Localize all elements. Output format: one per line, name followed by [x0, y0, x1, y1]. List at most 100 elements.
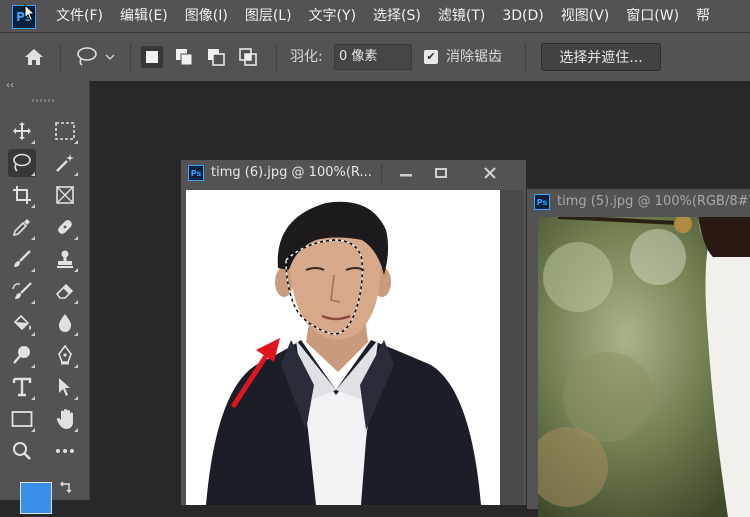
more-dots-icon: [56, 449, 74, 453]
paint-bucket-icon: [13, 314, 31, 331]
menu-filter[interactable]: 滤镜(T): [438, 0, 485, 32]
eyedropper-tool[interactable]: [8, 213, 36, 241]
home-button[interactable]: [20, 33, 48, 81]
tool-flyout-indicator: [74, 396, 78, 400]
new-selection-icon: [146, 51, 158, 63]
close-button[interactable]: [477, 162, 503, 184]
antialias-checkbox[interactable]: ✔: [424, 50, 438, 64]
menu-layer[interactable]: 图层(L): [245, 0, 292, 32]
menu-file[interactable]: 文件(F): [56, 0, 103, 32]
history-brush-icon: [12, 282, 32, 299]
lasso-icon: [13, 153, 31, 172]
document-window-timg6[interactable]: Ps timg (6).jpg @ 100%(R...: [180, 159, 527, 506]
panel-grip[interactable]: [32, 99, 54, 102]
tool-flyout-indicator: [31, 364, 35, 368]
select-and-mask-button[interactable]: 选择并遮住...: [541, 43, 661, 71]
swap-colors-icon[interactable]: [59, 480, 73, 494]
stamp-icon: [57, 250, 73, 268]
rectangle-tool[interactable]: [8, 405, 36, 433]
zoom-tool[interactable]: [8, 437, 36, 465]
tool-flyout-indicator: [31, 268, 35, 272]
document-window-timg5[interactable]: Ps timg (5).jpg @ 100%(RGB/8#): [526, 188, 750, 517]
minimize-button[interactable]: [393, 162, 419, 184]
document-canvas-image[interactable]: [538, 217, 750, 517]
home-icon: [25, 49, 43, 65]
mode-new-selection: [141, 46, 163, 68]
lasso-icon: [77, 47, 97, 66]
rect-marquee-tool[interactable]: [51, 117, 79, 145]
tool-flyout-indicator: [31, 428, 35, 432]
zoom-icon: [13, 442, 31, 460]
photoshop-doc-icon: Ps: [188, 165, 204, 181]
photoshop-doc-icon: Ps: [534, 194, 550, 210]
menu-select[interactable]: 选择(S): [373, 0, 421, 32]
menu-view[interactable]: 视图(V): [561, 0, 610, 32]
eraser-tool[interactable]: [51, 277, 79, 305]
history-brush-tool[interactable]: [8, 277, 36, 305]
spot-heal-tool[interactable]: [51, 213, 79, 241]
intersect-selection-icon: [239, 48, 257, 66]
subtract-from-selection-button[interactable]: [204, 33, 228, 81]
move-tool[interactable]: [8, 117, 36, 145]
separator: [130, 43, 131, 71]
dodge-icon: [13, 346, 30, 364]
document-canvas-image[interactable]: [186, 190, 500, 505]
separator: [276, 43, 277, 71]
type-icon: [12, 377, 32, 397]
document-title: timg (5).jpg @ 100%(RGB/8#): [557, 194, 750, 209]
rect-marquee-icon: [55, 122, 75, 140]
new-selection-button[interactable]: [140, 33, 164, 81]
foreground-color-swatch[interactable]: [20, 482, 52, 514]
blur-tool[interactable]: [51, 309, 79, 337]
brush-icon: [14, 250, 31, 267]
frame-tool[interactable]: [51, 181, 79, 209]
vertical-scrollbar[interactable]: [500, 190, 524, 505]
document-titlebar[interactable]: Ps timg (5).jpg @ 100%(RGB/8#): [527, 189, 750, 215]
add-selection-icon: [176, 49, 193, 66]
add-to-selection-button[interactable]: [172, 33, 196, 81]
crop-icon: [13, 186, 31, 204]
tool-flyout-indicator: [74, 172, 78, 176]
options-bar: 羽化: 0 像素 ✔ 消除锯齿 选择并遮住...: [0, 32, 750, 81]
intersect-selection-button[interactable]: [236, 33, 260, 81]
document-titlebar[interactable]: Ps timg (6).jpg @ 100%(R...: [181, 160, 526, 186]
tool-flyout-indicator: [74, 268, 78, 272]
arrow-pointer-icon: [59, 378, 70, 396]
tool-flyout-indicator: [31, 300, 35, 304]
antialias-label: 消除锯齿: [446, 49, 502, 65]
paint-bucket-tool[interactable]: [8, 309, 36, 337]
maximize-icon: [435, 168, 447, 178]
menu-3d[interactable]: 3D(D): [502, 0, 543, 32]
menu-help[interactable]: 帮: [696, 0, 710, 32]
brush-tool[interactable]: [8, 245, 36, 273]
eyedropper-icon: [12, 219, 30, 237]
subtract-selection-icon: [208, 49, 225, 66]
type-tool[interactable]: [8, 373, 36, 401]
menu-image[interactable]: 图像(I): [185, 0, 228, 32]
menu-window[interactable]: 窗口(W): [626, 0, 679, 32]
pen-tool[interactable]: [51, 341, 79, 369]
menu-type[interactable]: 文字(Y): [309, 0, 356, 32]
more-tools[interactable]: [51, 437, 79, 465]
lasso-tool[interactable]: [8, 149, 36, 177]
rectangle-icon: [11, 411, 33, 427]
bandage-icon: [58, 220, 72, 234]
path-select-tool[interactable]: [51, 373, 79, 401]
tools-panel: ‹‹: [0, 80, 90, 514]
clone-stamp-tool[interactable]: [51, 245, 79, 273]
hand-tool[interactable]: [51, 405, 79, 433]
tool-flyout-indicator: [31, 140, 35, 144]
feather-input[interactable]: 0 像素: [334, 44, 412, 70]
tool-flyout-indicator: [31, 204, 35, 208]
magic-wand-tool[interactable]: [51, 149, 79, 177]
dodge-tool[interactable]: [8, 341, 36, 369]
tool-flyout-indicator: [74, 428, 78, 432]
maximize-button[interactable]: [428, 162, 454, 184]
tool-flyout-indicator: [31, 332, 35, 336]
crop-tool[interactable]: [8, 181, 36, 209]
frame-icon: [56, 186, 74, 204]
menu-edit[interactable]: 编辑(E): [120, 0, 168, 32]
minimize-icon: [400, 174, 412, 177]
collapse-panel-icon[interactable]: ‹‹: [6, 80, 14, 92]
tool-preset-picker[interactable]: [70, 33, 120, 81]
